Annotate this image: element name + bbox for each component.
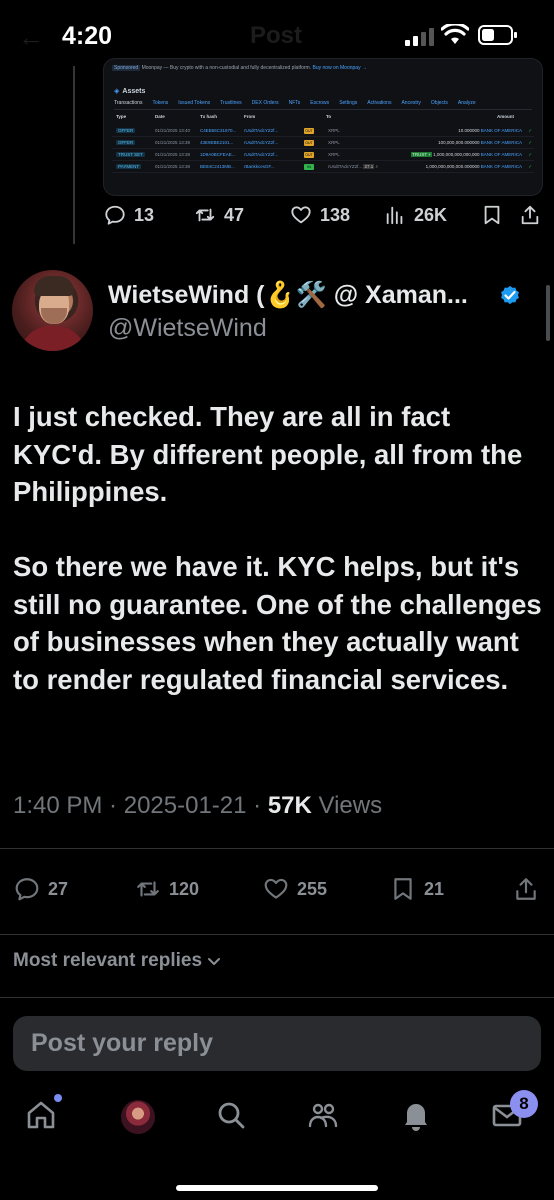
col-from: From xyxy=(244,114,256,119)
post-paragraph: So there we have it. KYC helps, but it's… xyxy=(13,551,542,695)
divider xyxy=(0,934,554,935)
status-bar: ← Post 4:20 xyxy=(0,0,554,66)
bookmark-icon xyxy=(484,205,500,225)
share-icon xyxy=(516,878,536,900)
like-button[interactable]: 255 xyxy=(263,876,327,902)
nav-home[interactable] xyxy=(24,1098,58,1132)
image-banner: Sponsored Moonpay — Buy crypto with a no… xyxy=(112,65,367,71)
messages-badge: 8 xyxy=(510,1090,538,1118)
nav-profile-avatar[interactable] xyxy=(121,1100,155,1134)
views-icon xyxy=(386,206,403,225)
check-icon: ✓ xyxy=(528,164,532,169)
home-icon xyxy=(27,1101,55,1129)
bookmark-icon xyxy=(394,878,412,900)
nav-communities[interactable] xyxy=(306,1098,340,1132)
col-hash: Tx hash xyxy=(200,114,218,119)
divider xyxy=(0,848,554,849)
parent-bookmark-button[interactable] xyxy=(481,204,503,226)
scrollbar[interactable] xyxy=(546,285,550,341)
reply-icon xyxy=(105,205,125,225)
table-row: TRUST SET 01/21/2025 13:38 1D9A0BCFEAE..… xyxy=(112,150,534,161)
banner-text: Moonpay — Buy crypto with a non-custodia… xyxy=(141,65,312,71)
post-action-bar: 27 120 255 21 xyxy=(0,876,554,916)
reply-icon xyxy=(15,878,39,901)
cellular-signal-icon xyxy=(405,28,434,46)
table-row: PAYMENT 01/21/2025 13:38 BE84C2413MB... … xyxy=(112,162,534,173)
post-text: I just checked. They are all in fact KYC… xyxy=(13,398,543,698)
nav-notifications[interactable] xyxy=(399,1098,433,1132)
parent-like-button[interactable]: 138 xyxy=(290,204,350,226)
banner-link: Buy now on Moonpay → xyxy=(312,65,367,71)
col-date: Date xyxy=(155,114,165,119)
verified-badge-icon xyxy=(501,285,519,305)
bookmark-button[interactable]: 21 xyxy=(390,876,444,902)
image-tabs: Transactions Tokens Issued Tokens Trustlin… xyxy=(114,100,532,110)
assets-heading: ◈ Assets xyxy=(114,88,146,95)
reply-button[interactable]: 27 xyxy=(14,876,68,902)
share-button[interactable] xyxy=(513,876,539,902)
wifi-icon xyxy=(441,24,469,44)
reply-input[interactable]: Post your reply xyxy=(13,1016,541,1071)
home-notification-dot xyxy=(54,1094,62,1102)
parent-post-image[interactable]: Sponsored Moonpay — Buy crypto with a no… xyxy=(103,58,543,196)
parent-views-button[interactable]: 26K xyxy=(384,204,447,226)
status-time: 4:20 xyxy=(62,22,113,50)
nav-search[interactable] xyxy=(214,1098,248,1132)
heart-icon xyxy=(291,206,311,224)
col-amount: Amount xyxy=(497,114,514,119)
reply-placeholder: Post your reply xyxy=(31,1029,213,1057)
author-handle[interactable]: @WietseWind xyxy=(108,314,267,343)
heart-icon xyxy=(264,878,288,899)
share-icon xyxy=(521,205,539,225)
post-date[interactable]: 2025-01-21 xyxy=(124,792,247,819)
banner-tag: Sponsored xyxy=(112,65,141,71)
search-icon xyxy=(218,1102,245,1129)
communities-icon xyxy=(308,1103,338,1128)
bottom-nav: 8 xyxy=(0,1090,554,1150)
parent-repost-button[interactable]: 47 xyxy=(194,204,244,226)
parent-action-bar: 13 47 138 26K xyxy=(0,204,554,244)
back-arrow-icon[interactable]: ← xyxy=(18,22,44,53)
repost-icon xyxy=(195,208,215,222)
battery-icon xyxy=(478,25,517,45)
table-row: OFFER 01/21/2025 13:39 43E9EBE2101... rU… xyxy=(112,138,534,149)
col-to: To xyxy=(326,114,332,119)
replies-sort-label: Most relevant replies xyxy=(13,950,203,971)
chevron-down-icon xyxy=(208,958,221,965)
home-indicator[interactable] xyxy=(176,1185,378,1191)
parent-share-button[interactable] xyxy=(519,204,541,226)
search-icon: ⌕ xyxy=(375,164,379,169)
parent-reply-button[interactable]: 13 xyxy=(104,204,154,226)
check-icon: ✓ xyxy=(528,128,532,133)
repost-button[interactable]: 120 xyxy=(135,876,199,902)
views-count: 57K xyxy=(267,792,312,819)
bell-icon xyxy=(405,1104,427,1131)
check-icon: ✓ xyxy=(528,152,532,157)
replies-sort-dropdown[interactable]: Most relevant replies xyxy=(13,950,222,972)
table-row: OFFER 01/21/2025 13:40 C4EB56C31970... r… xyxy=(112,126,534,137)
header-title: Post xyxy=(250,22,303,49)
repost-icon xyxy=(137,881,159,897)
check-icon: ✓ xyxy=(528,140,532,145)
author-avatar[interactable] xyxy=(12,270,93,351)
col-type: Type xyxy=(116,114,127,119)
author-name[interactable]: WietseWind (🪝🛠️ @ Xaman... xyxy=(108,281,468,310)
post-metadata: 1:40 PM · 2025-01-21 · 57K Views xyxy=(13,792,383,819)
assets-icon: ◈ xyxy=(114,88,120,95)
divider xyxy=(0,997,554,998)
post-time[interactable]: 1:40 PM xyxy=(13,792,102,819)
post-paragraph: I just checked. They are all in fact KYC… xyxy=(13,401,523,507)
views-label: Views xyxy=(318,792,383,819)
